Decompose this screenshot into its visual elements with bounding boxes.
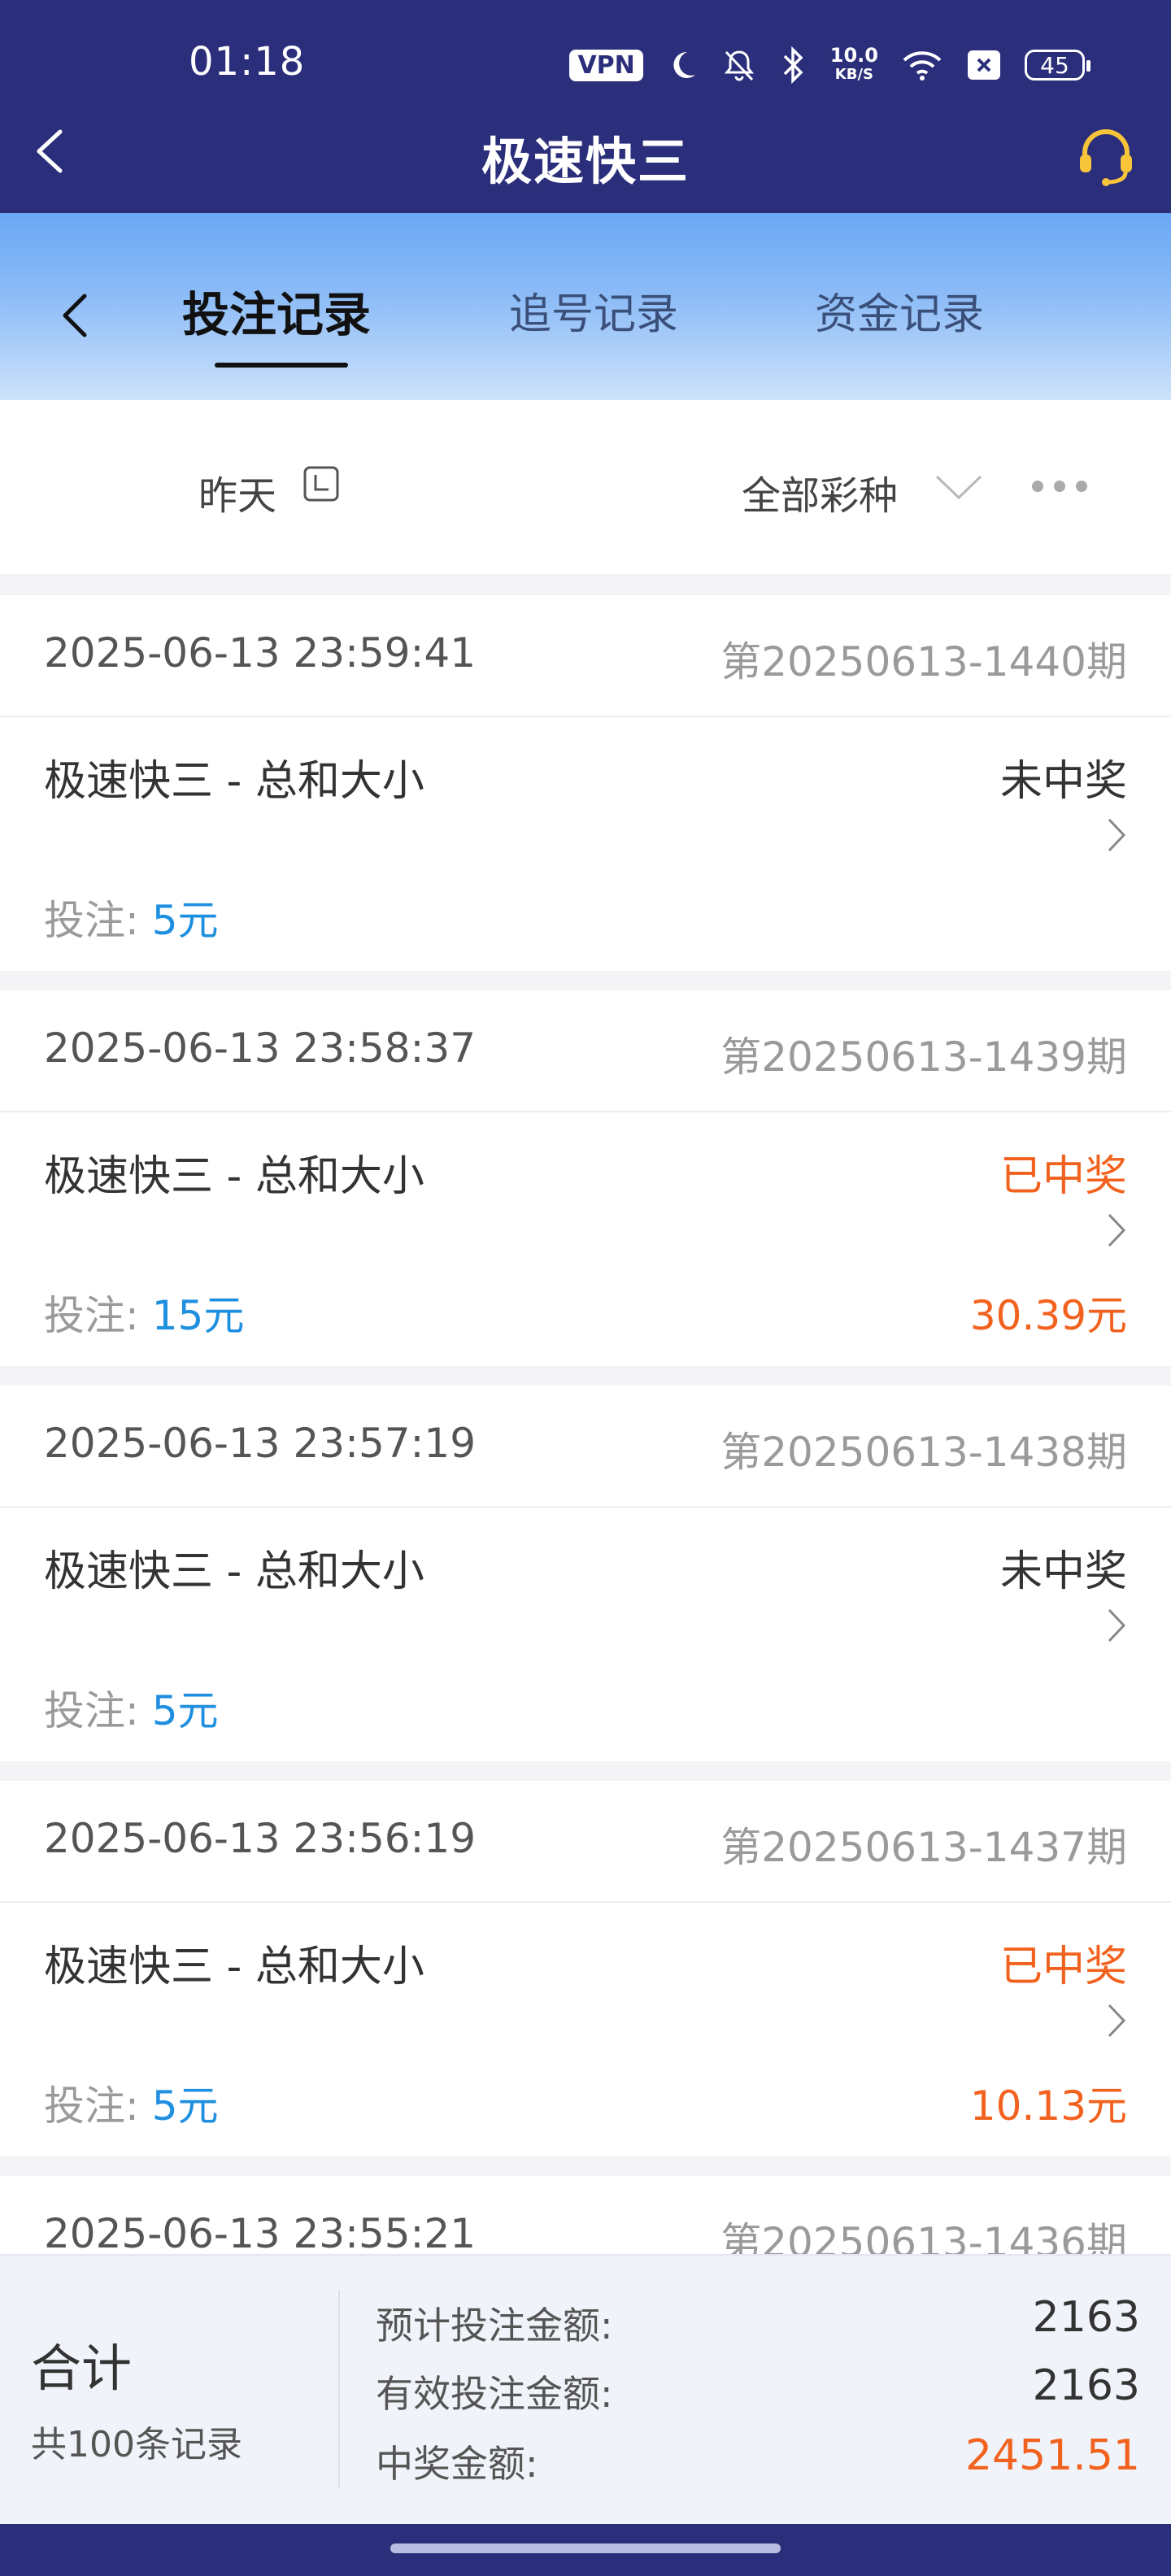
back-arrow-icon[interactable]	[55, 286, 96, 343]
record-prize: 10.13元	[969, 2082, 1127, 2130]
mute-bell-icon	[724, 50, 754, 81]
record-period: 第20250613-1438期	[720, 1429, 1127, 1476]
record-header: 2025-06-13 23:59:41 第20250613-1440期	[0, 595, 1171, 717]
system-nav-bar	[0, 2524, 1171, 2576]
record-time: 2025-06-13 23:56:19	[44, 1815, 477, 1862]
record-count: 共100条记录	[31, 2424, 242, 2465]
wifi-icon	[903, 51, 942, 80]
record-game-name: 极速快三 - 总和大小	[44, 1547, 424, 1596]
tab-fund-records[interactable]: 资金记录	[815, 280, 984, 341]
customer-service-icon[interactable]	[1073, 122, 1138, 187]
calendar-icon[interactable]	[303, 465, 340, 503]
vpn-icon: VPN	[569, 49, 643, 81]
divider	[338, 2290, 340, 2488]
net-speed-unit: KB/S	[834, 66, 873, 83]
record-status: 未中奖	[999, 757, 1127, 806]
valid-bet-row: 有效投注金额: 2163	[376, 2361, 1140, 2418]
lottery-filter[interactable]: 全部彩种	[742, 463, 898, 520]
tab-bet-records[interactable]: 投注记录	[182, 276, 371, 345]
more-icon[interactable]	[1030, 478, 1090, 494]
expected-bet-row: 预计投注金额: 2163	[376, 2293, 1140, 2350]
record-status: 已中奖	[999, 1152, 1127, 1201]
active-tab-indicator	[215, 363, 348, 368]
bluetooth-icon	[783, 46, 803, 84]
record-bet: 投注: 5元	[44, 2073, 219, 2132]
moon-icon	[673, 51, 695, 78]
sum-value: 2163	[1032, 2361, 1140, 2410]
bet-amount: 5元	[151, 2082, 219, 2130]
sum-value: 2163	[1032, 2293, 1140, 2342]
sum-value: 2451.51	[964, 2431, 1140, 2480]
record-header: 2025-06-13 23:58:37 第20250613-1439期	[0, 990, 1171, 1112]
record-card[interactable]: 2025-06-13 23:58:37 第20250613-1439期 极速快三…	[0, 990, 1171, 1366]
chevron-right-icon[interactable]	[1104, 2000, 1129, 2041]
record-time: 2025-06-13 23:58:37	[44, 1025, 477, 1072]
bet-amount: 5元	[151, 1687, 219, 1734]
summary-footer: 合计 共100条记录 预计投注金额: 2163 有效投注金额: 2163 中奖金…	[0, 2254, 1171, 2524]
record-bet: 投注: 5元	[44, 888, 219, 946]
record-game-name: 极速快三 - 总和大小	[44, 1943, 424, 1991]
record-bet: 投注: 5元	[44, 1678, 219, 1737]
filter-bar: 昨天 全部彩种	[0, 400, 1171, 574]
sum-label: 预计投注金额:	[376, 2304, 613, 2348]
sim-x-icon	[968, 50, 1000, 80]
record-card[interactable]: 2025-06-13 23:59:41 第20250613-1440期 极速快三…	[0, 595, 1171, 971]
bet-label: 投注:	[44, 897, 152, 944]
page-title: 极速快三	[481, 132, 690, 191]
chevron-right-icon[interactable]	[1104, 1605, 1129, 1646]
record-period: 第20250613-1439期	[720, 1033, 1127, 1081]
bet-label: 投注:	[44, 2082, 152, 2130]
record-game-name: 极速快三 - 总和大小	[44, 757, 424, 806]
record-status: 已中奖	[999, 1943, 1127, 1991]
bet-label: 投注:	[44, 1687, 152, 1734]
bet-amount: 5元	[151, 897, 219, 944]
bet-label: 投注:	[44, 1292, 152, 1339]
net-speed-value: 10.0	[829, 44, 878, 67]
status-icons: VPN 10.0 KB/S 45	[569, 42, 1090, 88]
chevron-down-icon[interactable]	[934, 472, 984, 504]
net-speed: 10.0 KB/S	[830, 46, 878, 85]
prize-amount-row: 中奖金额: 2451.51	[376, 2431, 1140, 2488]
date-filter[interactable]: 昨天	[198, 463, 276, 520]
record-header: 2025-06-13 23:56:19 第20250613-1437期	[0, 1781, 1171, 1903]
sum-label: 中奖金额:	[376, 2442, 538, 2486]
home-indicator[interactable]	[390, 2543, 781, 2553]
record-tabs: 投注记录 追号记录 资金记录	[0, 213, 1171, 400]
status-time: 01:18	[189, 39, 306, 85]
record-header: 2025-06-13 23:57:19 第20250613-1438期	[0, 1386, 1171, 1508]
total-label: 合计	[31, 2339, 133, 2398]
record-bet: 投注: 15元	[44, 1283, 244, 1342]
record-period: 第20250613-1437期	[720, 1824, 1127, 1871]
record-period: 第20250613-1440期	[720, 638, 1127, 685]
record-status: 未中奖	[999, 1547, 1127, 1596]
record-time: 2025-06-13 23:59:41	[44, 629, 477, 677]
chevron-right-icon[interactable]	[1104, 815, 1129, 855]
record-game-name: 极速快三 - 总和大小	[44, 1152, 424, 1201]
record-card[interactable]: 2025-06-13 23:56:19 第20250613-1437期 极速快三…	[0, 1781, 1171, 2156]
sum-label: 有效投注金额:	[376, 2372, 613, 2416]
record-time: 2025-06-13 23:55:21	[44, 2210, 477, 2257]
tab-chase-records[interactable]: 追号记录	[509, 280, 678, 341]
record-time: 2025-06-13 23:57:19	[44, 1420, 477, 1467]
record-card[interactable]: 2025-06-13 23:57:19 第20250613-1438期 极速快三…	[0, 1386, 1171, 1761]
record-prize: 30.39元	[969, 1292, 1127, 1339]
app-header: 01:18 VPN 10.0 KB/S 45 极速快三	[0, 0, 1171, 213]
chevron-right-icon[interactable]	[1104, 1210, 1129, 1251]
battery-icon: 45	[1025, 50, 1090, 80]
bet-amount: 15元	[151, 1292, 245, 1339]
